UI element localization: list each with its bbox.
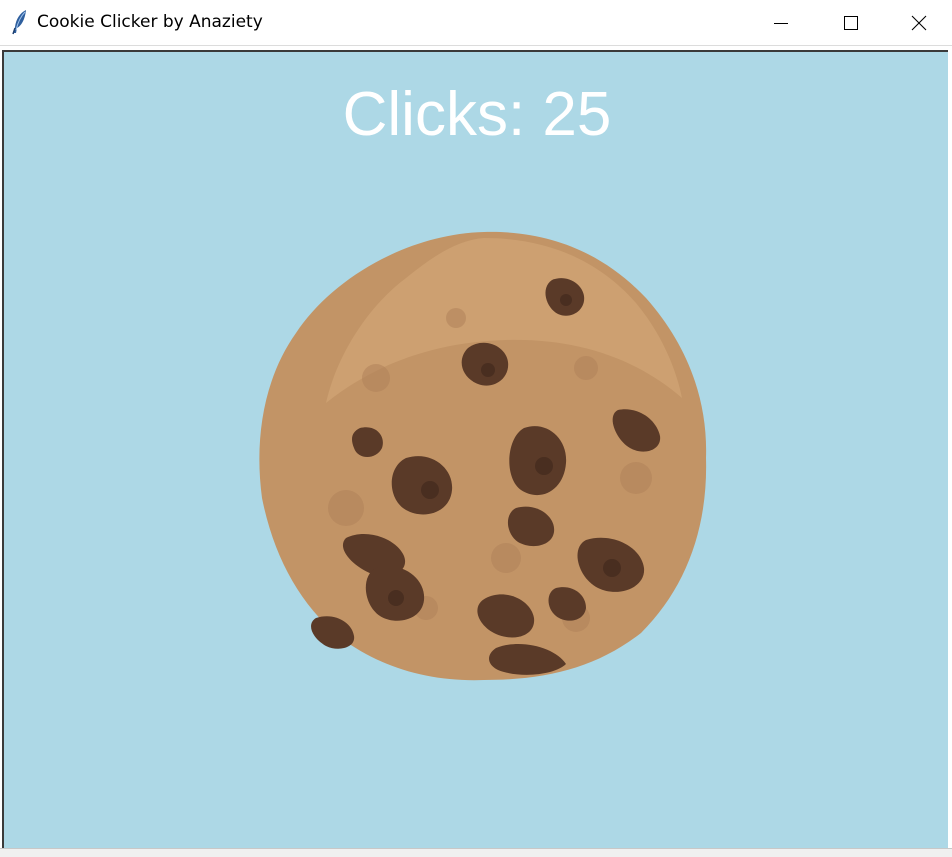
clicks-counter: Clicks: 25	[342, 80, 612, 149]
feather-icon	[11, 9, 29, 35]
cookie-button[interactable]	[256, 228, 712, 684]
maximize-button[interactable]	[816, 0, 886, 45]
maximize-icon	[843, 15, 859, 31]
close-button[interactable]	[886, 0, 952, 45]
minimize-icon	[773, 15, 789, 31]
game-canvas[interactable]: Clicks: 25	[2, 50, 948, 848]
title-bar[interactable]: Cookie Clicker by Anaziety	[0, 0, 952, 46]
app-window: Cookie Clicker by Anaziety Clicks: 25	[0, 0, 952, 857]
cookie-icon	[259, 231, 707, 681]
window-title: Cookie Clicker by Anaziety	[37, 12, 263, 32]
minimize-button[interactable]	[746, 0, 816, 45]
close-icon	[911, 15, 927, 31]
